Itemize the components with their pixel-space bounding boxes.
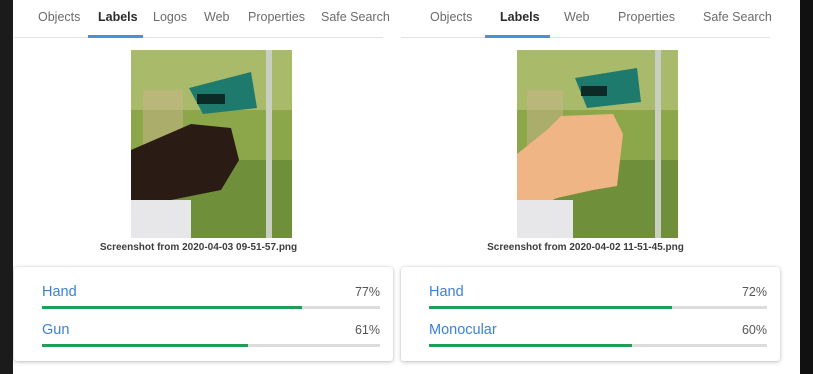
label-row: Hand 72%: [416, 284, 767, 316]
tab-labels[interactable]: Labels: [98, 10, 138, 24]
analyzed-image: [131, 50, 292, 238]
tab-web[interactable]: Web: [564, 10, 589, 24]
label-score: 61%: [354, 323, 380, 337]
active-tab-indicator: [485, 35, 550, 38]
analyzed-image: [517, 50, 678, 238]
label-name[interactable]: Monocular: [429, 322, 497, 338]
result-tabs: Objects Labels Web Properties Safe Searc…: [401, 0, 772, 38]
score-bar-fill: [429, 344, 632, 347]
score-bar-fill: [429, 306, 673, 309]
score-bar-track: [429, 344, 767, 347]
photo-dark-hand-thermometer: [131, 50, 292, 238]
tab-objects[interactable]: Objects: [430, 10, 472, 24]
photo-light-hand-thermometer: [517, 50, 678, 238]
label-score: 60%: [741, 323, 767, 337]
window-edge: [800, 0, 813, 374]
vision-result-panel-left: Objects Labels Logos Web Properties Safe…: [14, 0, 393, 374]
label-score: 72%: [741, 285, 767, 299]
score-bar-fill: [42, 344, 249, 347]
tab-safe-search[interactable]: Safe Search: [703, 10, 772, 24]
label-score: 77%: [354, 285, 380, 299]
tab-objects[interactable]: Objects: [38, 10, 80, 24]
image-filename: Screenshot from 2020-04-02 11-51-45.png: [487, 242, 684, 253]
image-filename: Screenshot from 2020-04-03 09-51-57.png: [99, 242, 298, 253]
labels-card: Hand 77% Gun 61%: [14, 267, 393, 361]
score-bar-fill: [42, 306, 303, 309]
label-row: Gun 61%: [29, 322, 380, 354]
tab-safe-search[interactable]: Safe Search: [321, 10, 390, 24]
labels-card: Hand 72% Monocular 60%: [401, 267, 780, 361]
tab-web[interactable]: Web: [204, 10, 229, 24]
label-row: Hand 77%: [29, 284, 380, 316]
active-tab-indicator: [88, 35, 143, 38]
score-bar-track: [42, 306, 380, 309]
tab-labels[interactable]: Labels: [500, 10, 540, 24]
label-name[interactable]: Hand: [429, 284, 464, 300]
score-bar-track: [429, 306, 767, 309]
result-tabs: Objects Labels Logos Web Properties Safe…: [14, 0, 390, 38]
tab-logos[interactable]: Logos: [153, 10, 187, 24]
label-name[interactable]: Gun: [42, 322, 69, 338]
score-bar-track: [42, 344, 380, 347]
tab-properties[interactable]: Properties: [248, 10, 305, 24]
tab-properties[interactable]: Properties: [618, 10, 675, 24]
vision-result-panel-right: Objects Labels Web Properties Safe Searc…: [401, 0, 780, 374]
label-row: Monocular 60%: [416, 322, 767, 354]
label-name[interactable]: Hand: [42, 284, 77, 300]
